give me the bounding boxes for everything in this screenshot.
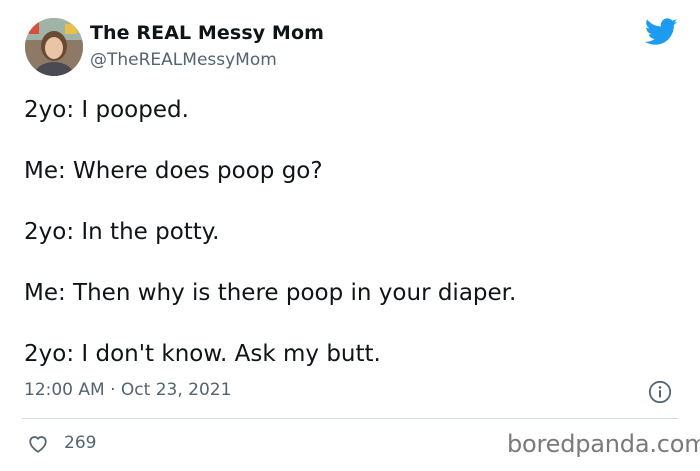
tweet-line: 2yo: In the potty. [24, 219, 220, 245]
watermark: boredpanda.com [507, 430, 700, 458]
tweet-line: Me: Then why is there poop in your diape… [24, 280, 517, 306]
tweet-line: 2yo: I don't know. Ask my butt. [24, 341, 381, 367]
tweet-line: Me: Where does poop go? [24, 158, 323, 184]
tweet-line: 2yo: I pooped. [24, 97, 189, 123]
twitter-bird-icon[interactable] [645, 18, 678, 46]
tweet-card: The REAL Messy Mom @TheREALMessyMom 2yo:… [0, 0, 700, 471]
author-display-name[interactable]: The REAL Messy Mom [90, 22, 324, 44]
like-count: 269 [64, 433, 97, 453]
info-icon[interactable] [648, 380, 672, 404]
author-handle[interactable]: @TheREALMessyMom [90, 50, 277, 70]
tweet-timestamp[interactable]: 12:00 AM · Oct 23, 2021 [24, 380, 231, 400]
avatar[interactable] [25, 18, 83, 76]
heart-icon[interactable] [27, 433, 49, 455]
divider [22, 418, 678, 419]
tweet-text: 2yo: I pooped. Me: Where does poop go? 2… [24, 95, 674, 400]
